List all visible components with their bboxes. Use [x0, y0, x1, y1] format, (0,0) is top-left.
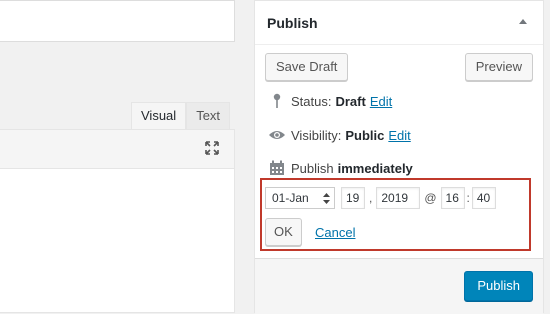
publish-box-title: Publish — [267, 15, 318, 31]
visibility-row: Visibility: Public Edit — [267, 126, 411, 144]
visibility-edit-link[interactable]: Edit — [388, 128, 410, 143]
post-title-field[interactable] — [0, 0, 235, 42]
month-select[interactable]: 01-Jan — [265, 187, 335, 209]
status-edit-link[interactable]: Edit — [370, 94, 392, 109]
editor-tabs: Visual Text — [131, 102, 231, 130]
pin-icon — [267, 92, 287, 110]
month-value: 01-Jan — [272, 191, 309, 205]
schedule-value: immediately — [337, 160, 413, 176]
preview-button[interactable]: Preview — [464, 53, 533, 81]
year-input[interactable]: 2019 — [376, 187, 421, 209]
schedule-label: Publish — [291, 160, 334, 176]
collapse-arrow-icon[interactable] — [519, 19, 527, 24]
tab-visual[interactable]: Visual — [131, 102, 187, 130]
visibility-label: Visibility: — [291, 127, 342, 143]
comma-separator: , — [369, 191, 373, 205]
editor-content-area[interactable] — [0, 168, 235, 313]
colon-separator: : — [466, 191, 470, 205]
publish-box-header[interactable]: Publish — [255, 1, 543, 45]
day-input[interactable]: 19 — [341, 187, 365, 209]
fullscreen-icon[interactable] — [201, 137, 223, 159]
hour-input[interactable]: 16 — [440, 187, 465, 209]
publish-button[interactable]: Publish — [464, 271, 533, 301]
cancel-link[interactable]: Cancel — [315, 225, 355, 240]
publish-box: Publish Save Draft Preview Status: Draft… — [254, 0, 544, 314]
ok-button[interactable]: OK — [265, 218, 302, 246]
at-separator: @ — [424, 191, 437, 205]
editor-toolbar — [0, 129, 235, 169]
status-label: Status: — [291, 93, 332, 109]
timestamp-editor: 01-Jan 19 , 2019 @ 16 : 40 — [265, 187, 496, 209]
calendar-icon — [267, 159, 287, 177]
minute-input[interactable]: 40 — [471, 187, 496, 209]
select-arrows-icon — [323, 192, 330, 204]
publish-box-footer: Publish — [255, 258, 543, 314]
schedule-row: Publish immediately — [267, 159, 413, 177]
eye-icon — [267, 126, 287, 144]
status-value: Draft — [335, 93, 366, 109]
visibility-value: Public — [345, 127, 385, 143]
save-draft-button[interactable]: Save Draft — [265, 53, 349, 81]
tab-text[interactable]: Text — [186, 102, 231, 130]
status-row: Status: Draft Edit — [267, 92, 392, 110]
